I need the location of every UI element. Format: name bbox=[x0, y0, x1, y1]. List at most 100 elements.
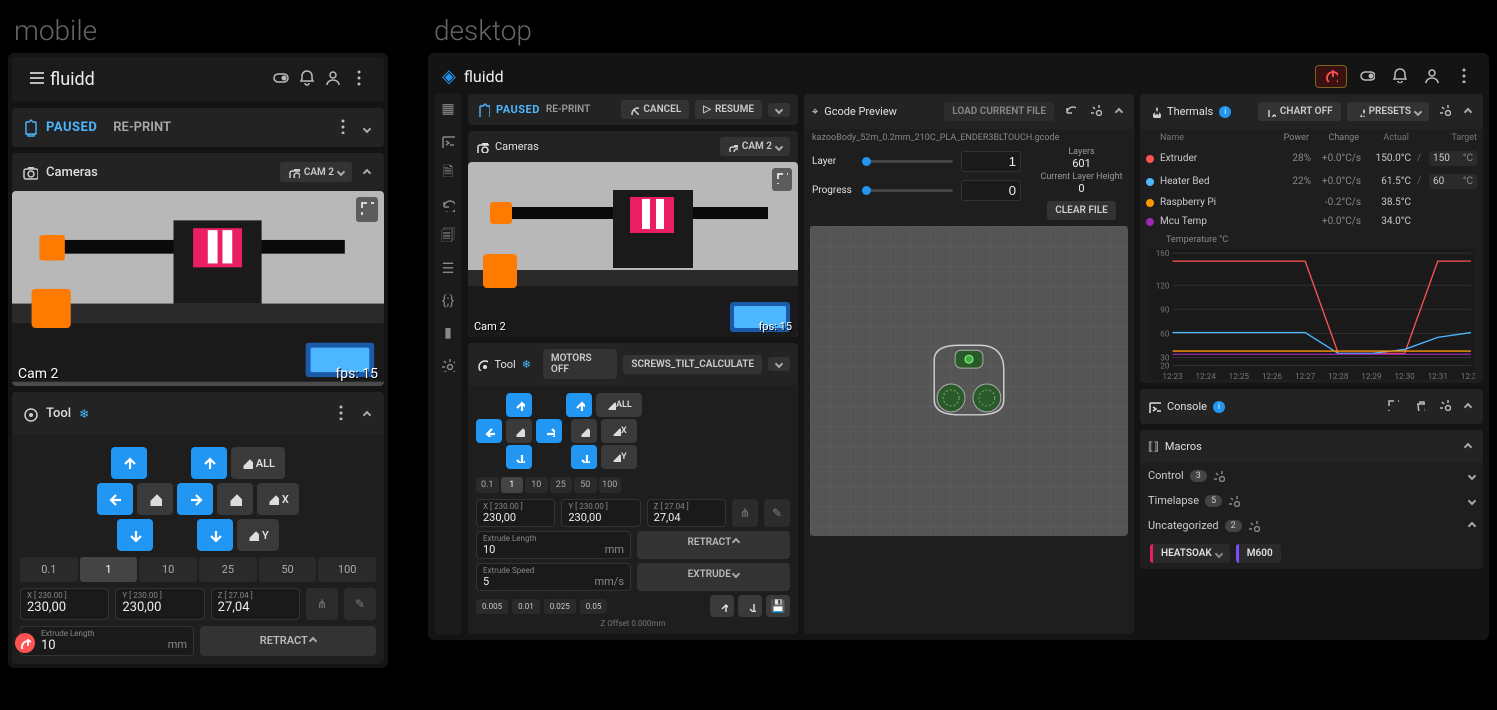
thermal-target-input[interactable]: 150°C bbox=[1429, 151, 1477, 166]
nav-jobs-icon[interactable]: 🗐 bbox=[439, 228, 457, 246]
nav-tune-icon[interactable]: ☰ bbox=[439, 260, 457, 278]
layer-slider[interactable] bbox=[862, 160, 953, 163]
edit-icon-d[interactable]: ✎ bbox=[764, 499, 790, 527]
layer-input[interactable] bbox=[961, 151, 1021, 172]
cancel-button[interactable]: CANCEL bbox=[621, 100, 689, 119]
load-file-button[interactable]: LOAD CURRENT FILE bbox=[944, 102, 1054, 121]
macro-heatsoak-button[interactable]: HEATSOAK bbox=[1150, 544, 1230, 563]
z-input-d[interactable]: Z [ 27.04 ]27,04 bbox=[647, 499, 726, 527]
nav-dashboard-icon[interactable]: ▦ bbox=[439, 100, 457, 118]
xy-up-button[interactable] bbox=[111, 447, 147, 479]
home-all-d[interactable]: ALL bbox=[596, 393, 642, 417]
gcode-collapse-icon[interactable] bbox=[1112, 101, 1126, 122]
macros-collapse-icon[interactable] bbox=[1461, 436, 1475, 457]
nav-history-icon[interactable] bbox=[439, 196, 457, 214]
x-input[interactable]: X [ 230.00 ] 230,00 bbox=[20, 588, 109, 620]
y-input[interactable]: Y [ 230.00 ] 230,00 bbox=[115, 588, 204, 620]
z-offset-up-icon[interactable] bbox=[710, 595, 734, 617]
user-icon-d[interactable] bbox=[1419, 63, 1443, 90]
screws-tilt-button[interactable]: SCREWS_TILT_CALCULATE bbox=[623, 355, 762, 374]
y-input-d[interactable]: Y [ 230.00 ]230,00 bbox=[561, 499, 640, 527]
progress-slider[interactable] bbox=[862, 189, 953, 192]
z-home-d[interactable] bbox=[571, 419, 597, 443]
thermal-target-input[interactable]: 60°C bbox=[1429, 174, 1477, 189]
nav-settings-icon[interactable] bbox=[439, 356, 457, 374]
status-more-icon[interactable] bbox=[330, 114, 354, 141]
more-icon-d[interactable] bbox=[1451, 63, 1475, 90]
extrude-button[interactable]: EXTRUDE bbox=[637, 563, 790, 591]
z-down-button[interactable] bbox=[197, 519, 233, 551]
x-right-d[interactable] bbox=[536, 419, 562, 443]
motion-icon[interactable]: ⋔ bbox=[306, 588, 338, 620]
reprint-button-d[interactable]: RE-PRINT bbox=[546, 104, 590, 115]
dist-10-d[interactable]: 10 bbox=[525, 477, 548, 493]
home-x-button[interactable]: X bbox=[257, 483, 299, 515]
thermals-collapse-icon[interactable] bbox=[1461, 101, 1475, 122]
power-icon[interactable] bbox=[15, 633, 35, 653]
resume-button[interactable]: ▷ RESUME bbox=[695, 100, 762, 119]
xy-down-d[interactable] bbox=[506, 445, 532, 469]
console-settings-icon[interactable] bbox=[1435, 395, 1455, 418]
z-offset-down-icon[interactable] bbox=[738, 595, 762, 617]
x-right-button[interactable] bbox=[177, 483, 213, 515]
nav-files-icon[interactable]: 🗎 bbox=[439, 164, 457, 182]
dist-10[interactable]: 10 bbox=[139, 557, 197, 582]
camera-selector[interactable]: CAM 2 bbox=[280, 162, 352, 182]
user-icon[interactable] bbox=[320, 65, 346, 94]
progress-input[interactable] bbox=[961, 180, 1021, 201]
micro-0.025[interactable]: 0.025 bbox=[544, 599, 576, 614]
dist-50[interactable]: 50 bbox=[259, 557, 317, 582]
home-all-button[interactable]: ALL bbox=[231, 447, 285, 479]
z-input[interactable]: Z [ 27.04 ] 27,04 bbox=[211, 588, 300, 620]
macro-group-timelapse[interactable]: Timelapse 5 bbox=[1140, 488, 1483, 513]
xy-up-d[interactable] bbox=[506, 393, 532, 417]
z-up-button[interactable] bbox=[191, 447, 227, 479]
thermals-settings-icon[interactable] bbox=[1435, 100, 1455, 123]
status-collapse-icon[interactable] bbox=[360, 117, 374, 139]
micro-0.05[interactable]: 0.05 bbox=[580, 599, 608, 614]
macro-group-uncat[interactable]: Uncategorized 2 bbox=[1140, 513, 1483, 538]
tool-more-icon[interactable] bbox=[328, 400, 352, 427]
tool-collapse-icon[interactable] bbox=[360, 403, 374, 425]
macro-timelapse-gear-icon[interactable] bbox=[1228, 495, 1240, 507]
dist-1[interactable]: 1 bbox=[80, 557, 138, 582]
x-left-button[interactable] bbox=[97, 483, 133, 515]
bell-icon[interactable] bbox=[294, 65, 320, 94]
z-up-d[interactable] bbox=[566, 393, 592, 417]
retract-button-d[interactable]: RETRACT bbox=[637, 531, 790, 559]
xy-down-button[interactable] bbox=[117, 519, 153, 551]
more-icon[interactable] bbox=[346, 65, 372, 94]
estop-button[interactable] bbox=[1315, 65, 1347, 88]
motion-icon-d[interactable]: ⋔ bbox=[732, 499, 758, 527]
expand-icon-d[interactable] bbox=[772, 168, 792, 191]
console-info-icon[interactable]: i bbox=[1213, 401, 1225, 413]
extrude-length-input[interactable]: Extrude Length 10mm bbox=[20, 626, 194, 656]
clear-file-button[interactable]: CLEAR FILE bbox=[1047, 201, 1116, 220]
menu-icon[interactable] bbox=[24, 65, 50, 94]
z-offset-save-icon[interactable]: 💾 bbox=[766, 595, 790, 617]
home-y-d[interactable]: Y bbox=[601, 445, 637, 469]
dist-0.1[interactable]: 0.1 bbox=[20, 557, 78, 582]
camera-selector-d[interactable]: CAM 2 bbox=[720, 137, 790, 156]
reprint-button[interactable]: RE-PRINT bbox=[113, 120, 171, 135]
gcode-canvas[interactable] bbox=[810, 226, 1128, 536]
dist-25[interactable]: 25 bbox=[199, 557, 257, 582]
nav-console-icon[interactable] bbox=[439, 132, 457, 150]
extrude-length-d[interactable]: Extrude Length10mm bbox=[476, 531, 631, 559]
micro-0.005[interactable]: 0.005 bbox=[476, 599, 508, 614]
extrude-speed-d[interactable]: Extrude Speed5mm/s bbox=[476, 563, 631, 591]
dist-100-d[interactable]: 100 bbox=[599, 477, 622, 493]
retract-button[interactable]: RETRACT bbox=[200, 626, 376, 656]
chart-off-button[interactable]: CHART OFF bbox=[1258, 102, 1341, 121]
micro-0.01[interactable]: 0.01 bbox=[512, 599, 540, 614]
gcode-settings-icon[interactable] bbox=[1086, 100, 1106, 123]
dist-0.1-d[interactable]: 0.1 bbox=[476, 477, 499, 493]
macro-group-control[interactable]: Control 3 bbox=[1140, 463, 1483, 488]
console-expand-icon[interactable] bbox=[1383, 395, 1403, 418]
tool-chevron-icon[interactable] bbox=[768, 357, 790, 371]
x-input-d[interactable]: X [ 230.00 ]230,00 bbox=[476, 499, 555, 527]
nav-config-icon[interactable]: {;} bbox=[439, 292, 457, 310]
toggle-icon-d[interactable] bbox=[1355, 63, 1379, 90]
dist-25-d[interactable]: 25 bbox=[550, 477, 573, 493]
dist-100[interactable]: 100 bbox=[318, 557, 376, 582]
